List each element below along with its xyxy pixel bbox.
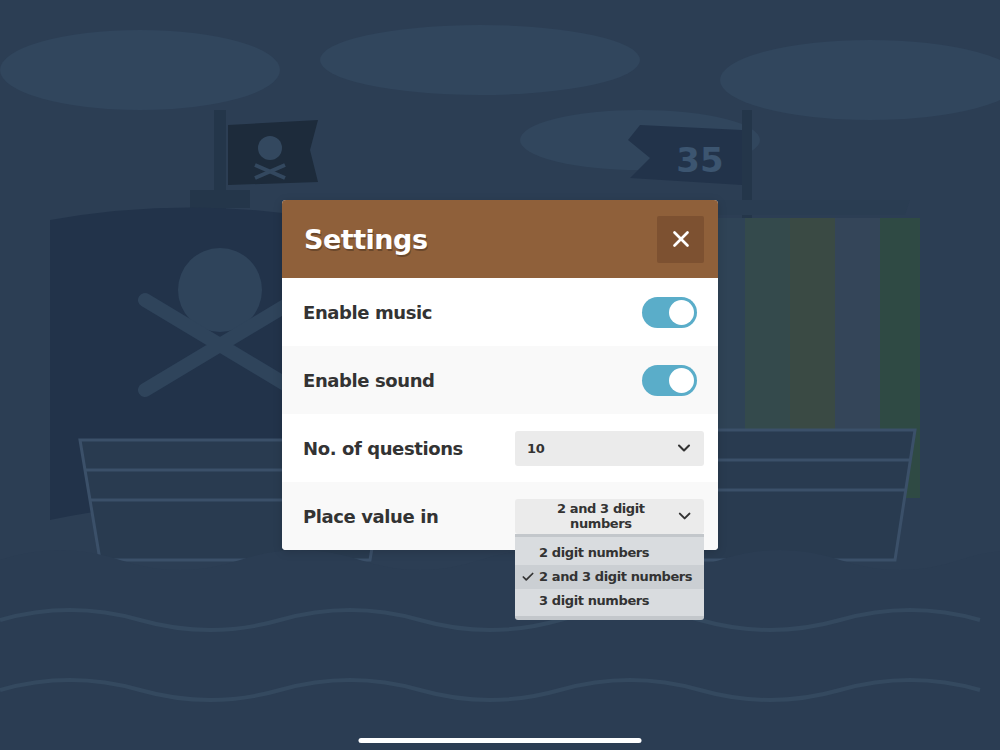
close-icon [668,226,694,252]
setting-label: Enable sound [303,370,435,391]
chevron-down-icon [675,506,694,526]
home-indicator[interactable] [359,738,642,743]
setting-row: Enable music [282,278,718,346]
settings-dialog: Settings Enable music Enable sound No. of q… [282,200,718,550]
setting-row: Enable sound [282,346,718,414]
select-field: 10 [515,431,704,466]
select-field: 2 and 3 digit numbers2 digit numbers2 an… [515,499,704,534]
select-value: 2 and 3 digit numbers [527,501,675,531]
toggle-switch[interactable] [642,365,697,396]
game-screen: 35 Settings Enable music Enable sound No. of… [0,0,1000,750]
chevron-down-icon [674,438,694,458]
toggle-knob [669,300,694,325]
setting-row: Place value in 2 and 3 digit numbers2 dig… [282,482,718,550]
setting-label: Place value in [303,506,438,527]
toggle-switch[interactable] [642,297,697,328]
setting-label: No. of questions [303,438,463,459]
option-list: 2 digit numbers2 and 3 digit numbers3 di… [515,534,704,620]
check-icon [521,570,535,584]
dialog-header: Settings [282,200,718,278]
flag-number: 35 [676,140,723,180]
toggle-knob [669,368,694,393]
option-item[interactable]: 2 digit numbers [515,541,704,565]
dialog-title: Settings [304,224,427,255]
setting-row: No. of questions 10 [282,414,718,482]
select-value: 10 [527,441,544,456]
close-button[interactable] [657,216,704,263]
select-box[interactable]: 10 [515,431,704,466]
option-item[interactable]: 3 digit numbers [515,589,704,613]
select-box[interactable]: 2 and 3 digit numbers [515,499,704,534]
setting-label: Enable music [303,302,432,323]
waves-icon [0,550,1000,750]
option-item[interactable]: 2 and 3 digit numbers [515,565,704,589]
clouds-icon [0,25,1000,170]
